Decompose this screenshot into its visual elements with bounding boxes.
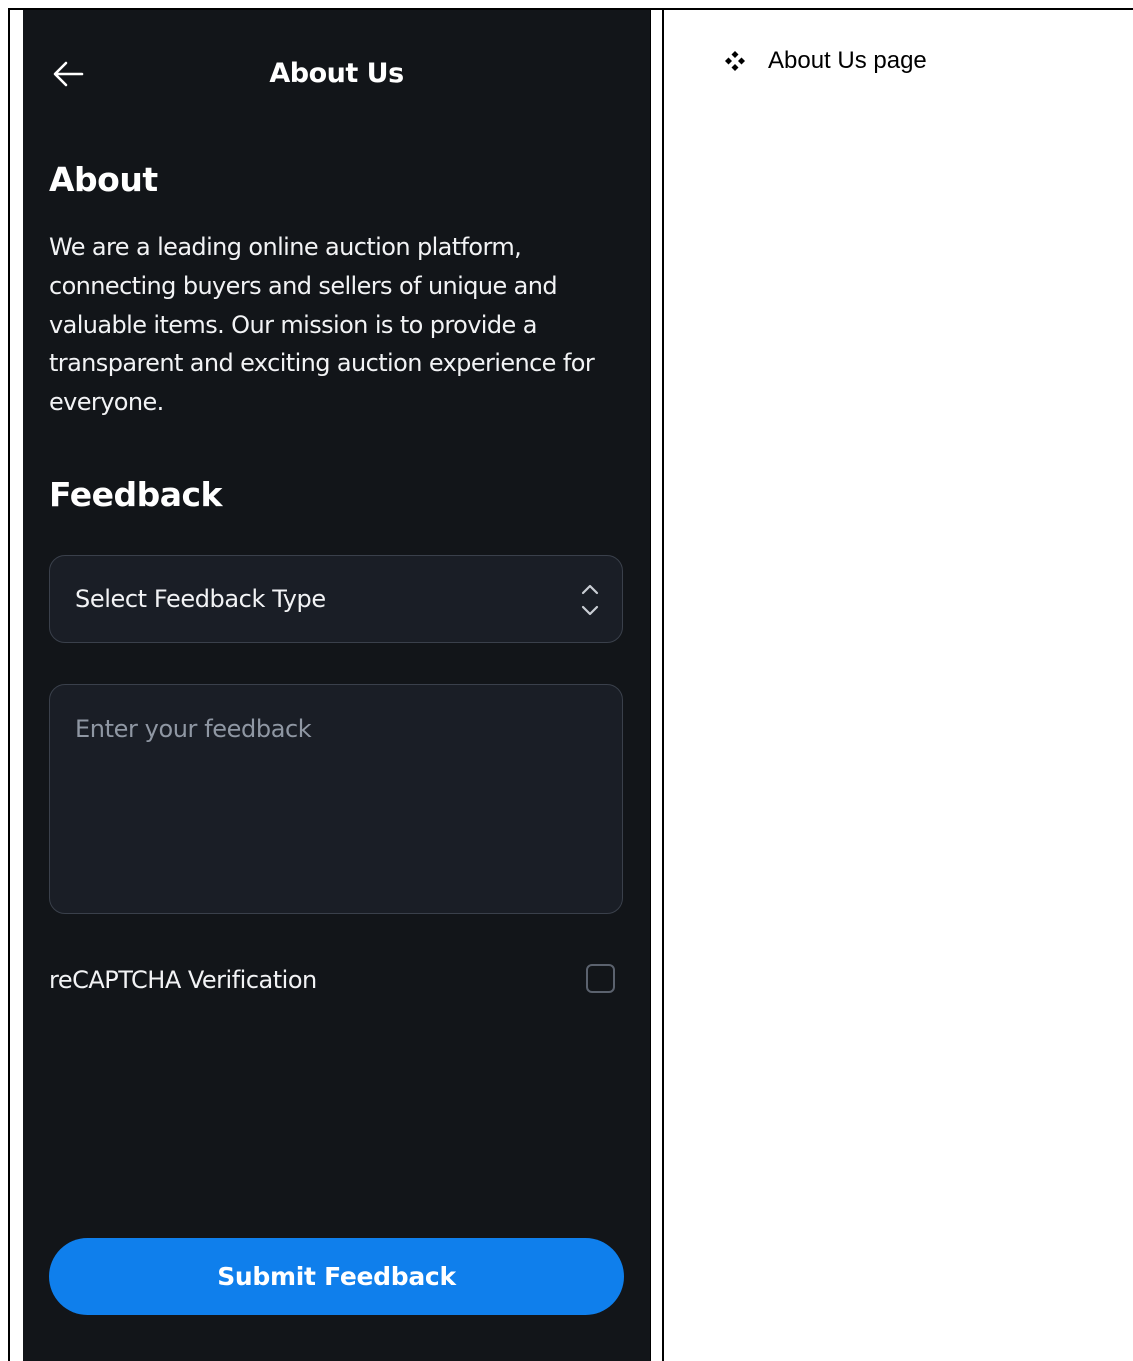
page-title: About Us [269, 58, 404, 89]
document-bullet-item: About Us page [724, 44, 927, 78]
submit-feedback-label: Submit Feedback [217, 1262, 456, 1291]
submit-feedback-button[interactable]: Submit Feedback [49, 1238, 624, 1315]
feedback-heading: Feedback [49, 475, 223, 514]
feedback-placeholder: Enter your feedback [75, 715, 312, 743]
feedback-type-select[interactable]: Select Feedback Type [49, 555, 623, 643]
about-description: We are a leading online auction platform… [49, 233, 595, 417]
four-diamond-bullet-icon [724, 50, 746, 72]
recaptcha-label: reCAPTCHA Verification [49, 966, 317, 994]
table-cell-border [650, 8, 651, 1361]
about-heading: About [49, 160, 158, 199]
feedback-type-value: Select Feedback Type [75, 585, 326, 613]
phone-screen: About Us About We are a leading online a… [23, 10, 650, 1361]
bullet-text: About Us page [768, 47, 927, 74]
chevron-up-down-icon [578, 581, 602, 619]
feedback-textarea[interactable]: Enter your feedback [49, 684, 623, 914]
table-column-divider [662, 8, 664, 1361]
recaptcha-checkbox[interactable] [586, 964, 615, 993]
